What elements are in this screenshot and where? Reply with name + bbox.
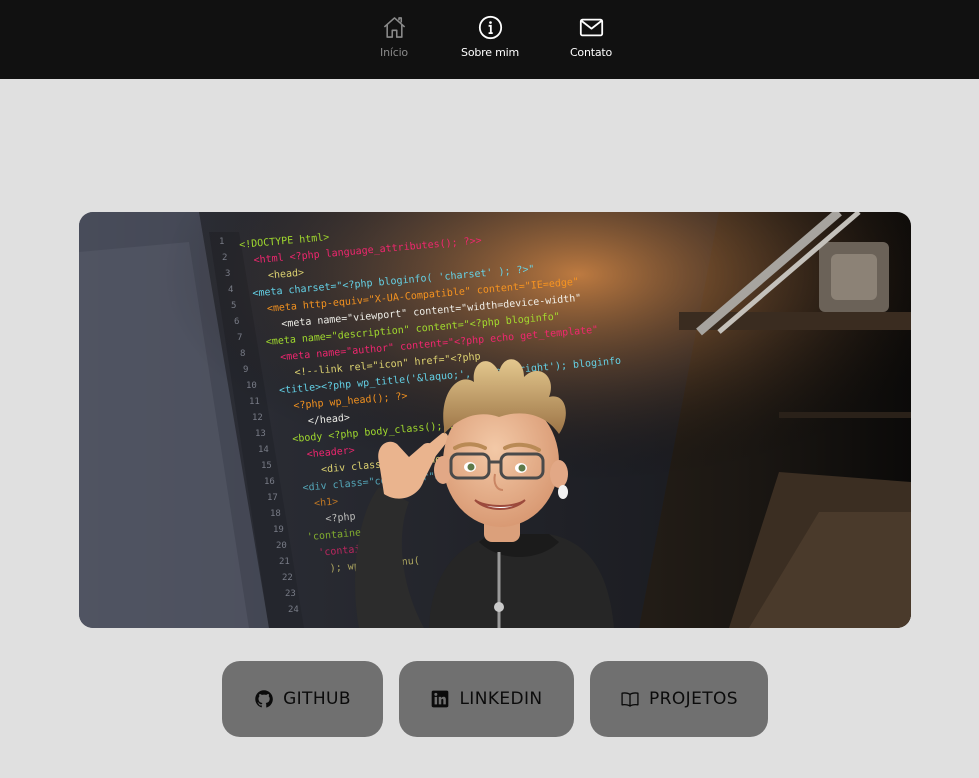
- svg-text:12: 12: [252, 413, 263, 423]
- svg-text:21: 21: [279, 557, 290, 567]
- svg-text:18: 18: [270, 509, 281, 519]
- nav-item-home[interactable]: Início: [378, 14, 410, 64]
- svg-text:1: 1: [219, 237, 224, 247]
- nav-item-about[interactable]: Sobre mim: [460, 14, 520, 64]
- mail-icon: [578, 14, 605, 41]
- svg-text:11: 11: [249, 397, 260, 407]
- svg-text:22: 22: [282, 573, 293, 583]
- svg-text:2: 2: [222, 253, 227, 263]
- hero-image: 123 456 789 10 11 12 13 14 15 16 17 18 19 20 21 …: [79, 212, 911, 628]
- projects-button[interactable]: PROJETOS: [590, 661, 768, 737]
- svg-text:5: 5: [231, 301, 236, 311]
- svg-text:9: 9: [243, 365, 248, 375]
- svg-text:14: 14: [258, 445, 269, 455]
- top-navbar: Início Sobre mim Contato: [0, 0, 979, 79]
- svg-text:17: 17: [267, 493, 278, 503]
- svg-text:15: 15: [261, 461, 272, 471]
- svg-text:23: 23: [285, 589, 296, 599]
- svg-text:7: 7: [237, 333, 242, 343]
- linkedin-button-label: LINKEDIN: [459, 689, 543, 709]
- github-button-label: GITHUB: [283, 689, 351, 709]
- svg-text:13: 13: [255, 429, 266, 439]
- svg-text:4: 4: [228, 285, 233, 295]
- svg-text:10: 10: [246, 381, 257, 391]
- nav-label-home: Início: [380, 46, 408, 59]
- linkedin-icon: [430, 689, 459, 709]
- github-icon: [254, 689, 283, 709]
- svg-text:24: 24: [288, 605, 299, 615]
- nav-label-about: Sobre mim: [461, 46, 519, 59]
- svg-text:20: 20: [276, 541, 287, 551]
- projects-button-label: PROJETOS: [649, 689, 738, 709]
- svg-text:16: 16: [264, 477, 275, 487]
- svg-text:8: 8: [240, 349, 245, 359]
- github-button[interactable]: GITHUB: [222, 661, 383, 737]
- linkedin-button[interactable]: LINKEDIN: [399, 661, 574, 737]
- svg-text:19: 19: [273, 525, 284, 535]
- nav-label-contact: Contato: [569, 46, 613, 59]
- home-icon: [381, 14, 408, 41]
- book-icon: [620, 689, 649, 709]
- nav-item-contact[interactable]: Contato: [568, 14, 614, 64]
- svg-text:3: 3: [225, 269, 230, 279]
- svg-text:6: 6: [234, 317, 239, 327]
- info-icon: [477, 14, 504, 41]
- code-line: <h1>: [314, 496, 339, 509]
